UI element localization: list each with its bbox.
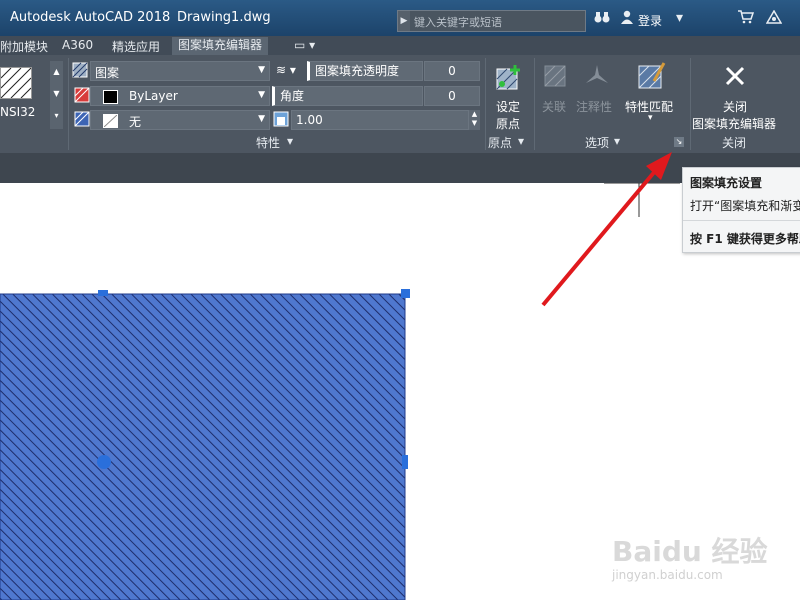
tooltip-divider	[683, 220, 800, 221]
tooltip-help: 按 F1 键获得更多帮助	[690, 232, 800, 246]
tooltip: 图案填充设置 打开“图案填充和渐变 按 F1 键获得更多帮助	[682, 167, 800, 253]
tooltip-title: 图案填充设置	[690, 176, 763, 190]
tooltip-body: 打开“图案填充和渐变	[690, 199, 800, 213]
annotation-arrow	[541, 152, 672, 307]
watermark-url: jingyan.baidu.com	[612, 568, 723, 582]
watermark-brand: Baidu 经验	[612, 535, 768, 568]
